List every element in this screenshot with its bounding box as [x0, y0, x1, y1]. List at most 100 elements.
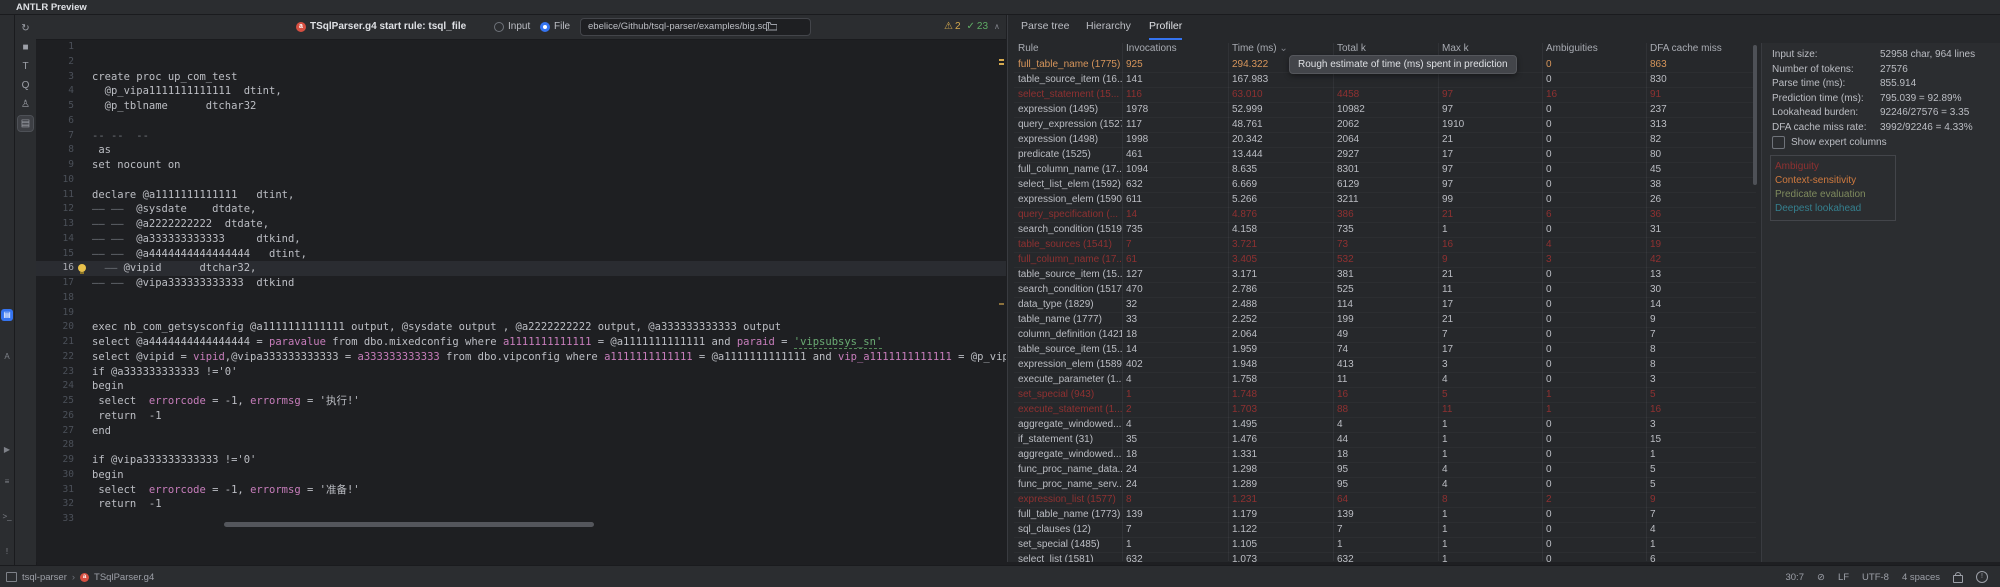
profiler-row[interactable]: full_column_name (17...10948.63583019704… [1014, 163, 1756, 178]
col-header-dfa-cache-miss[interactable]: DFA cache miss [1650, 43, 1750, 54]
code-line[interactable]: 4 @p_vipa1111111111111 dtint, [36, 84, 1006, 99]
intention-bulb-icon[interactable] [78, 264, 86, 272]
profiler-row[interactable]: table_name (1777)332.2521992109 [1014, 313, 1756, 328]
code-line[interactable]: 24begin [36, 379, 1006, 394]
profiler-row[interactable]: sql_clauses (12)71.1227104 [1014, 523, 1756, 538]
profiler-row[interactable]: full_column_name (17...613.4055329342 [1014, 253, 1756, 268]
run-stripe-icon[interactable]: ▶ [1, 444, 13, 456]
profiler-row[interactable]: select_list (1581)6321.073632106 [1014, 553, 1756, 562]
profiler-row[interactable]: expression_elem (1590)6115.266321199026 [1014, 193, 1756, 208]
code-line[interactable]: 11declare @a1111111111111 dtint, [36, 188, 1006, 203]
code-line[interactable]: 31 select errorcode = -1, errormsg = '准备… [36, 483, 1006, 498]
code-line[interactable]: 6 [36, 114, 1006, 129]
code-line[interactable]: 22select @vipid = vipid,@vipa33333333333… [36, 350, 1006, 365]
code-line[interactable]: 13—— —— @a2222222222 dtdate, [36, 217, 1006, 232]
scrollbar-warning-mark[interactable] [999, 59, 1004, 61]
tab-profiler[interactable]: Profiler [1149, 20, 1182, 40]
profiler-row[interactable]: search_condition (1517)4702.78652511030 [1014, 283, 1756, 298]
readonly-icon[interactable]: ⊘ [1817, 572, 1825, 583]
code-line[interactable]: 7-- -- -- [36, 129, 1006, 144]
profiler-row[interactable]: expression (1495)197852.99910982970237 [1014, 103, 1756, 118]
hierarchy-icon[interactable]: ♙ [18, 97, 33, 112]
profiler-row[interactable]: expression_list (1577)81.23164829 [1014, 493, 1756, 508]
profiler-row[interactable]: select_list_elem (1592)6326.669612997038 [1014, 178, 1756, 193]
profiler-row[interactable]: execute_parameter (1...41.75811403 [1014, 373, 1756, 388]
profiler-row[interactable]: column_definition (1421)182.06449707 [1014, 328, 1756, 343]
breadcrumb-project[interactable]: tsql-parser [22, 572, 67, 583]
scroll-to-source-icon[interactable]: T [18, 59, 33, 74]
code-line[interactable]: 3create proc up_com_test [36, 70, 1006, 85]
scrollbar-warning-mark[interactable] [999, 303, 1004, 305]
show-expert-columns-checkbox[interactable]: Show expert columns [1772, 136, 1887, 149]
info-icon[interactable]: ! [1976, 571, 1988, 583]
checkbox-icon[interactable] [1772, 136, 1785, 149]
project-window-icon[interactable] [6, 572, 17, 582]
col-header-time[interactable]: Time (ms) ⌄ [1232, 43, 1332, 54]
profiler-row[interactable]: predicate (1525)46113.444292717080 [1014, 148, 1756, 163]
services-stripe-icon[interactable]: ≡ [1, 476, 13, 488]
indent-style[interactable]: 4 spaces [1902, 572, 1940, 583]
antlr-preview-stripe-icon[interactable]: ▤ [1, 309, 13, 321]
code-line[interactable]: 18 [36, 291, 1006, 306]
stop-icon[interactable]: ■ [18, 40, 33, 55]
profiler-view-icon[interactable]: ▤ [18, 116, 33, 131]
caret-position[interactable]: 30:7 [1785, 572, 1804, 583]
line-separator[interactable]: LF [1838, 572, 1849, 583]
horizontal-scrollbar-thumb[interactable] [224, 522, 594, 527]
code-line[interactable]: 19 [36, 306, 1006, 321]
code-line[interactable]: 17—— —— @vipa333333333333 dtkind [36, 276, 1006, 291]
horizontal-scrollbar[interactable] [124, 522, 994, 527]
code-line[interactable]: 1 [36, 40, 1006, 55]
inspections-widget[interactable]: ⚠2 ✓23 ∧ ∨ [944, 18, 1012, 34]
profiler-row[interactable]: search_condition (1519)7354.1587351031 [1014, 223, 1756, 238]
code-line[interactable]: 5 @p_tblname dtchar32 [36, 99, 1006, 114]
col-header-max-k[interactable]: Max k [1442, 43, 1540, 54]
file-radio[interactable] [540, 22, 550, 32]
profiler-row[interactable]: aggregate_windowed...181.33118101 [1014, 448, 1756, 463]
browse-folder-icon[interactable] [766, 22, 777, 31]
code-line[interactable]: 10 [36, 173, 1006, 188]
code-line[interactable]: 16 —— @vipid dtchar32, [36, 261, 1006, 276]
profiler-row[interactable]: execute_statement (1...21.7038811116 [1014, 403, 1756, 418]
profiler-row[interactable]: set_special (1485)11.1051101 [1014, 538, 1756, 553]
code-line[interactable]: 9set nocount on [36, 158, 1006, 173]
profiler-row[interactable]: data_type (1829)322.48811417014 [1014, 298, 1756, 313]
scrollbar-warning-mark[interactable] [999, 63, 1004, 65]
vertical-scrollbar-thumb[interactable] [1753, 45, 1757, 185]
code-line[interactable]: 15—— —— @a4444444444444444 dtint, [36, 247, 1006, 262]
code-line[interactable]: 12—— —— @sysdate dtdate, [36, 202, 1006, 217]
profiler-row[interactable]: aggregate_windowed...41.4954103 [1014, 418, 1756, 433]
profiler-row[interactable]: table_source_item (16...141167.9830830 [1014, 73, 1756, 88]
profiler-row[interactable]: expression_elem (1589)4021.948413308 [1014, 358, 1756, 373]
profiler-row[interactable]: table_sources (1541)73.7217316419 [1014, 238, 1756, 253]
notifications-stripe-icon[interactable]: A [1, 351, 13, 363]
profiler-row[interactable]: func_proc_name_serv...241.28995405 [1014, 478, 1756, 493]
file-encoding[interactable]: UTF-8 [1862, 572, 1889, 583]
profiler-row[interactable]: table_source_item (15...1273.17138121013 [1014, 268, 1756, 283]
tab-parse-tree[interactable]: Parse tree [1021, 20, 1069, 38]
profiler-row[interactable]: select_statement (15...11663.01044589716… [1014, 88, 1756, 103]
code-line[interactable]: 30begin [36, 468, 1006, 483]
problems-stripe-icon[interactable]: ! [1, 546, 13, 558]
terminal-stripe-icon[interactable]: >_ [1, 511, 13, 523]
code-line[interactable]: 23if @a333333333333 !='0' [36, 365, 1006, 380]
lock-icon[interactable] [1953, 575, 1963, 583]
file-radio-label[interactable]: File [554, 21, 570, 32]
search-icon[interactable]: Q [18, 78, 33, 93]
input-radio-label[interactable]: Input [508, 21, 530, 32]
profiler-row[interactable]: if_statement (31)351.476441015 [1014, 433, 1756, 448]
col-header-invocations[interactable]: Invocations [1126, 43, 1226, 54]
code-line[interactable]: 28 [36, 438, 1006, 453]
refresh-icon[interactable]: ↻ [18, 21, 33, 36]
profiler-row[interactable]: full_table_name (1773)1391.179139107 [1014, 508, 1756, 523]
profiler-row[interactable]: set_special (943)11.74816515 [1014, 388, 1756, 403]
profiler-row[interactable]: func_proc_name_data...241.29895405 [1014, 463, 1756, 478]
code-line[interactable]: 32 return -1 [36, 497, 1006, 512]
code-line[interactable]: 2 [36, 55, 1006, 70]
breadcrumb-file[interactable]: TSqlParser.g4 [94, 572, 154, 583]
profiler-row[interactable]: table_source_item (15...141.959741708 [1014, 343, 1756, 358]
code-line[interactable]: 8 as [36, 143, 1006, 158]
tab-hierarchy[interactable]: Hierarchy [1086, 20, 1131, 38]
profiler-row[interactable]: query_expression (1527)11748.76120621910… [1014, 118, 1756, 133]
code-line[interactable]: 20exec nb_com_getsysconfig @a11111111111… [36, 320, 1006, 335]
